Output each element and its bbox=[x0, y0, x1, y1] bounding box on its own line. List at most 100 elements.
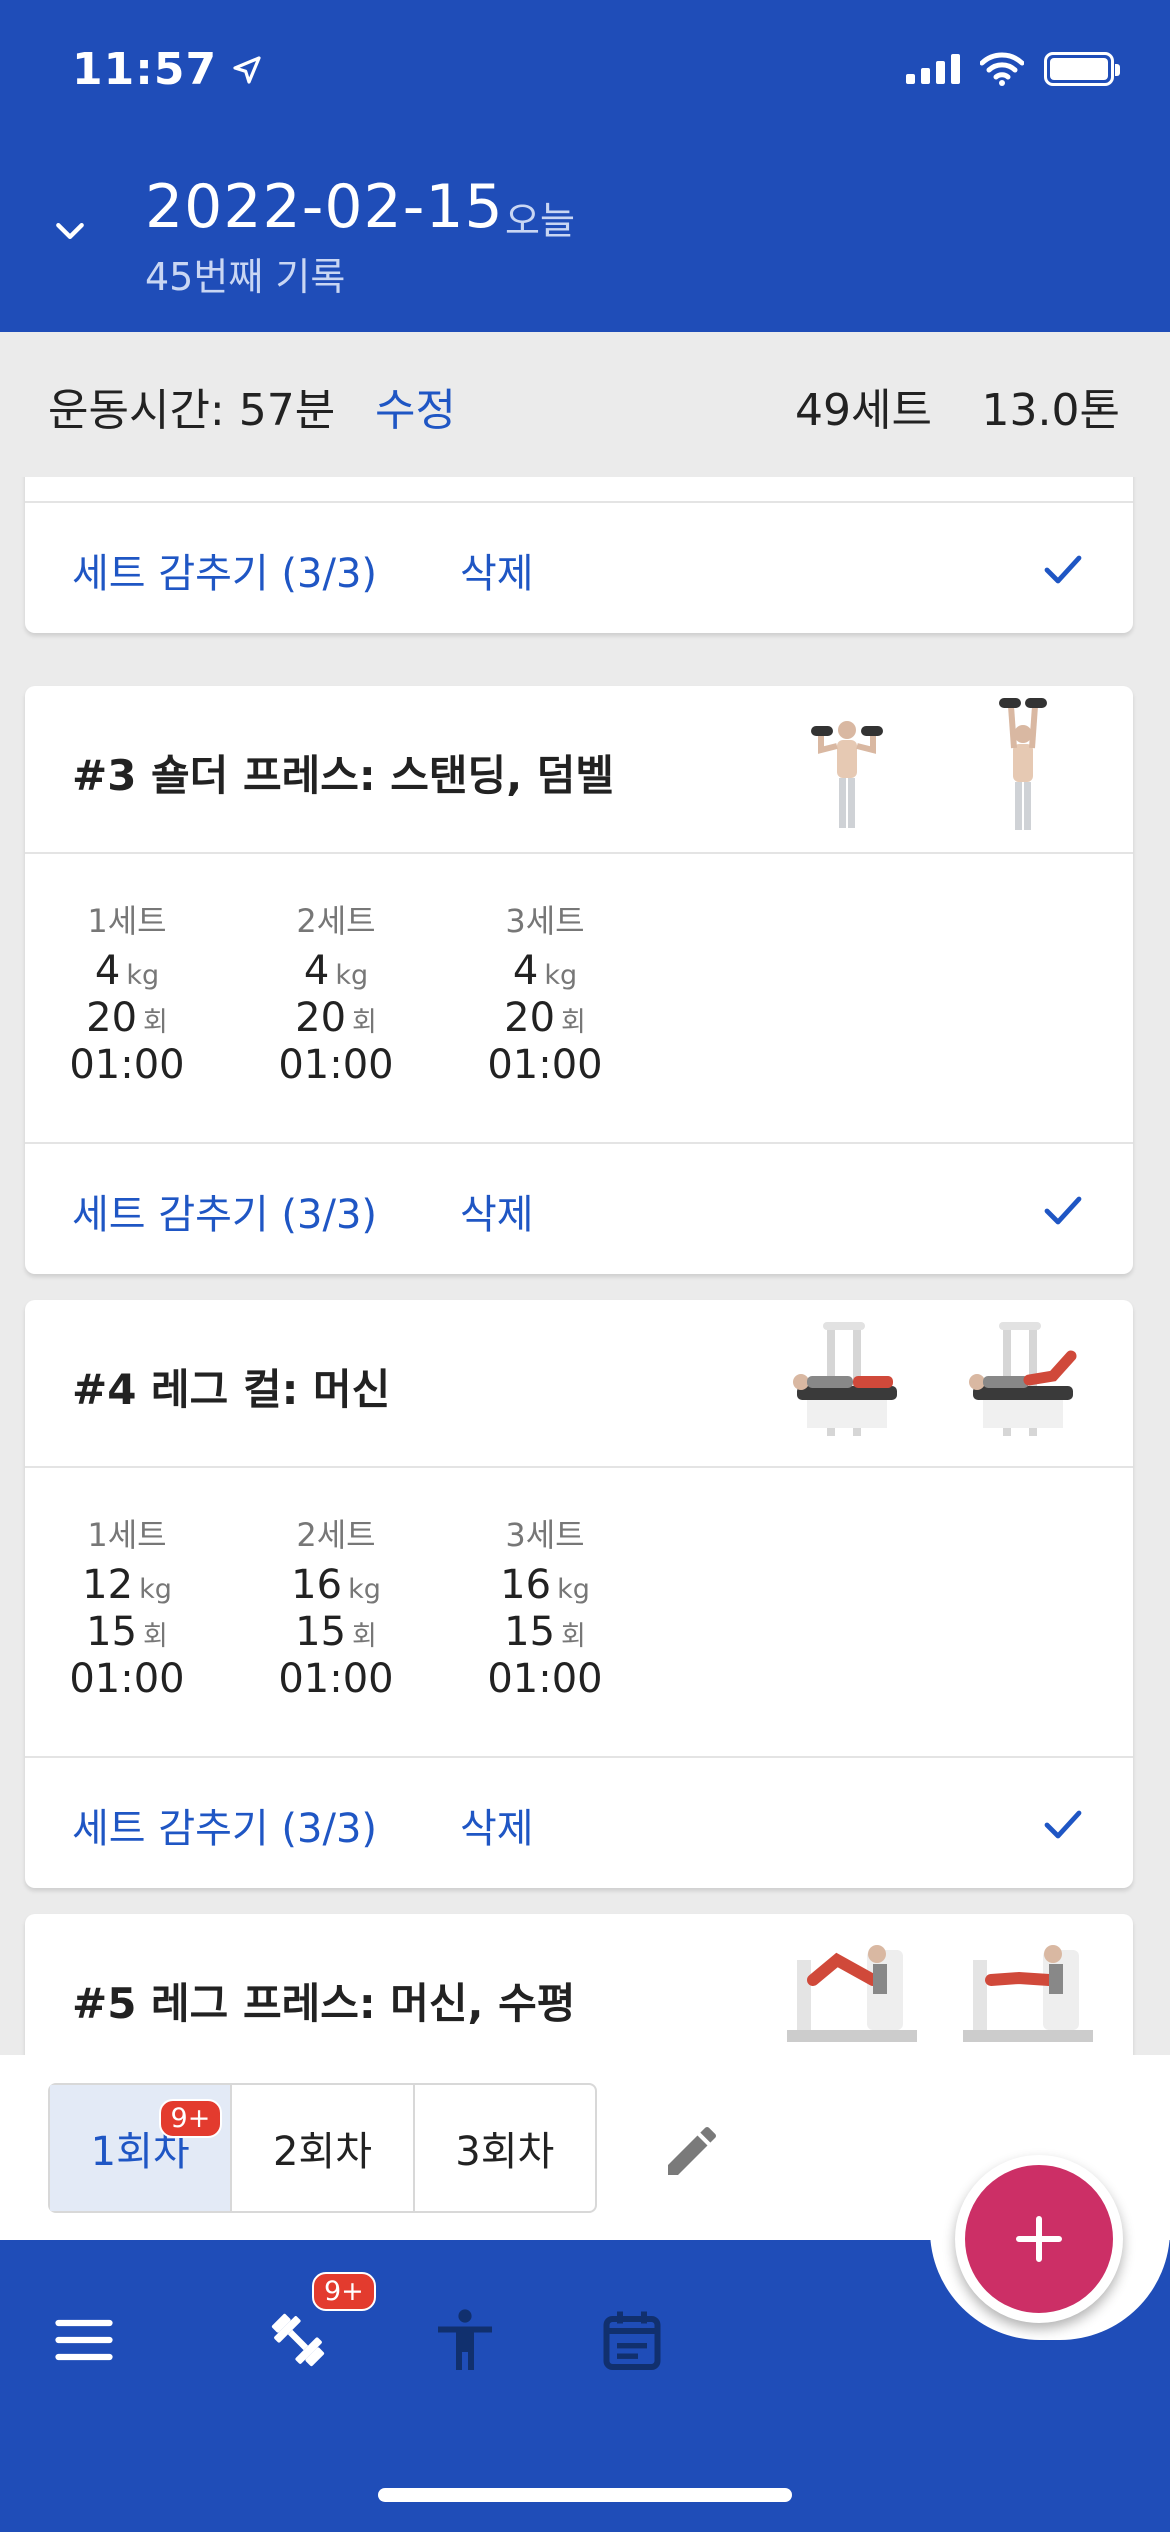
card-footer: 세트 감추기 (3/3) 삭제 bbox=[25, 1144, 1133, 1274]
dumbbell-icon bbox=[271, 2313, 325, 2367]
exercise-card: #3 숄더 프레스: 스탠딩, 덤벨 1세트 4 kg 20 회 01:00 2… bbox=[25, 686, 1133, 1274]
reps-unit: 회 bbox=[143, 1621, 168, 1652]
menu-button[interactable] bbox=[44, 2300, 124, 2380]
check-icon[interactable] bbox=[1039, 545, 1087, 593]
set-column[interactable]: 3세트 16 kg 15 회 01:00 bbox=[465, 1510, 625, 1703]
check-icon[interactable] bbox=[1039, 1800, 1087, 1848]
exercise-card: #4 레그 컬: 머신 1세트 12 kg 15 회 01:00 2세트 16 … bbox=[25, 1300, 1133, 1888]
set-weight: 16 bbox=[500, 1562, 552, 1608]
set-reps: 15 bbox=[86, 1609, 138, 1655]
total-volume: 13.0톤 bbox=[981, 385, 1120, 436]
delete-exercise-button[interactable]: 삭제 bbox=[460, 1182, 534, 1240]
chevron-down-icon bbox=[56, 223, 84, 239]
weight-unit: kg bbox=[126, 960, 160, 991]
edit-duration-button[interactable]: 수정 bbox=[375, 374, 456, 438]
set-label: 3세트 bbox=[505, 902, 585, 940]
set-rest: 01:00 bbox=[69, 1042, 185, 1088]
body-icon bbox=[438, 2309, 492, 2370]
leg-curl-start-image bbox=[793, 1322, 897, 1436]
hide-sets-button[interactable]: 세트 감추기 (3/3) bbox=[72, 1796, 377, 1854]
set-rest: 01:00 bbox=[487, 1656, 603, 1702]
set-rest: 01:00 bbox=[278, 1656, 394, 1702]
today-label: 오늘 bbox=[505, 199, 575, 243]
home-indicator bbox=[378, 2488, 792, 2502]
set-weight: 4 bbox=[94, 948, 121, 994]
set-rest: 01:00 bbox=[487, 1042, 603, 1088]
exercise-title: #4 레그 컬: 머신 bbox=[72, 1365, 391, 1414]
set-column[interactable]: 2세트 16 kg 15 회 01:00 bbox=[256, 1510, 416, 1703]
add-exercise-button[interactable] bbox=[955, 2155, 1123, 2323]
set-column[interactable]: 3세트 4 kg 20 회 01:00 bbox=[465, 896, 625, 1089]
round-tabs: 1회차 9+ 2회차 3회차 bbox=[48, 2083, 597, 2213]
card-header[interactable]: #5 레그 프레스: 머신, 수평 bbox=[25, 1914, 1133, 2055]
pencil-icon[interactable] bbox=[660, 2119, 724, 2183]
set-weight: 4 bbox=[303, 948, 330, 994]
card-footer: 세트 감추기 (3/3) 삭제 bbox=[25, 503, 1133, 633]
set-label: 2세트 bbox=[296, 902, 376, 940]
set-rest: 01:00 bbox=[278, 1042, 394, 1088]
reps-unit: 회 bbox=[352, 1621, 377, 1652]
collapse-button[interactable] bbox=[44, 205, 96, 257]
body-nav-button[interactable] bbox=[425, 2300, 505, 2380]
tab-round-1[interactable]: 1회차 9+ bbox=[50, 2085, 233, 2211]
weight-unit: kg bbox=[348, 1574, 381, 1605]
wifi-icon bbox=[980, 52, 1024, 86]
status-bar-time: 11:57 bbox=[72, 44, 263, 95]
set-weight: 4 bbox=[512, 948, 539, 994]
reps-unit: 회 bbox=[352, 1007, 377, 1038]
set-list: 1세트 4 kg 20 회 01:00 2세트 4 kg 20 회 01:00 3세트 … bbox=[25, 854, 1133, 1144]
exercise-list[interactable]: 세트 감추기 (3/3) 삭제 #3 숄더 프레스: 스탠딩, 덤벨 1세트 4… bbox=[0, 477, 1170, 2055]
set-rest: 01:00 bbox=[69, 1656, 185, 1702]
set-reps: 15 bbox=[295, 1609, 347, 1655]
set-column[interactable]: 2세트 4 kg 20 회 01:00 bbox=[256, 896, 416, 1089]
reps-unit: 회 bbox=[561, 1621, 586, 1652]
workout-date[interactable]: 2022-02-15 bbox=[145, 172, 504, 242]
notification-badge: 9+ bbox=[312, 2272, 376, 2311]
notification-badge: 9+ bbox=[158, 2099, 223, 2138]
tab-label: 2회차 bbox=[272, 2129, 373, 2175]
weight-unit: kg bbox=[557, 1574, 590, 1605]
calendar-icon bbox=[603, 2311, 661, 2370]
shoulder-press-start-image bbox=[811, 721, 883, 828]
calendar-nav-button[interactable] bbox=[592, 2300, 672, 2380]
cellular-signal-icon bbox=[906, 54, 960, 84]
plus-icon bbox=[1016, 2216, 1062, 2262]
location-arrow-icon bbox=[233, 55, 261, 84]
workout-nav-button[interactable]: 9+ bbox=[258, 2272, 376, 2380]
tab-label: 3회차 bbox=[455, 2129, 555, 2175]
tab-round-3[interactable]: 3회차 bbox=[415, 2085, 595, 2211]
leg-press-start-image bbox=[787, 1945, 917, 2042]
app-header: 11:57 2022-02-15 오늘 45번째 기록 bbox=[0, 0, 1170, 332]
record-count: 45번째 기록 bbox=[145, 255, 346, 299]
set-reps: 20 bbox=[295, 995, 347, 1041]
set-column[interactable]: 1세트 4 kg 20 회 01:00 bbox=[47, 896, 207, 1089]
clock-text: 11:57 bbox=[72, 44, 218, 95]
weight-unit: kg bbox=[544, 960, 578, 991]
exercise-illustrations bbox=[777, 1306, 1093, 1456]
status-icons bbox=[906, 52, 1120, 86]
delete-exercise-button[interactable]: 삭제 bbox=[460, 541, 534, 599]
leg-curl-end-image bbox=[969, 1322, 1077, 1436]
set-column[interactable]: 1세트 12 kg 15 회 01:00 bbox=[47, 1510, 207, 1703]
weight-unit: kg bbox=[335, 960, 369, 991]
leg-press-end-image bbox=[963, 1945, 1093, 2042]
hide-sets-button[interactable]: 세트 감추기 (3/3) bbox=[72, 541, 377, 599]
card-header[interactable]: #3 숄더 프레스: 스탠딩, 덤벨 bbox=[25, 686, 1133, 854]
tab-round-2[interactable]: 2회차 bbox=[232, 2085, 415, 2211]
check-icon[interactable] bbox=[1039, 1186, 1087, 1234]
card-header[interactable]: #4 레그 컬: 머신 bbox=[25, 1300, 1133, 1468]
hide-sets-button[interactable]: 세트 감추기 (3/3) bbox=[72, 1182, 377, 1240]
battery-icon bbox=[1044, 52, 1120, 86]
exercise-title: #3 숄더 프레스: 스탠딩, 덤벨 bbox=[72, 751, 615, 800]
set-weight: 12 bbox=[82, 1562, 134, 1608]
menu-icon bbox=[55, 2319, 113, 2361]
card-footer: 세트 감추기 (3/3) 삭제 bbox=[25, 1758, 1133, 1888]
set-weight: 16 bbox=[291, 1562, 343, 1608]
workout-duration: 운동시간: 57분 bbox=[48, 385, 336, 436]
set-reps: 15 bbox=[504, 1609, 556, 1655]
exercise-card: #5 레그 프레스: 머신, 수평 bbox=[25, 1914, 1133, 2055]
delete-exercise-button[interactable]: 삭제 bbox=[460, 1796, 534, 1854]
exercise-illustrations bbox=[777, 692, 1093, 842]
set-reps: 20 bbox=[86, 995, 138, 1041]
total-sets: 49세트 bbox=[795, 385, 932, 436]
